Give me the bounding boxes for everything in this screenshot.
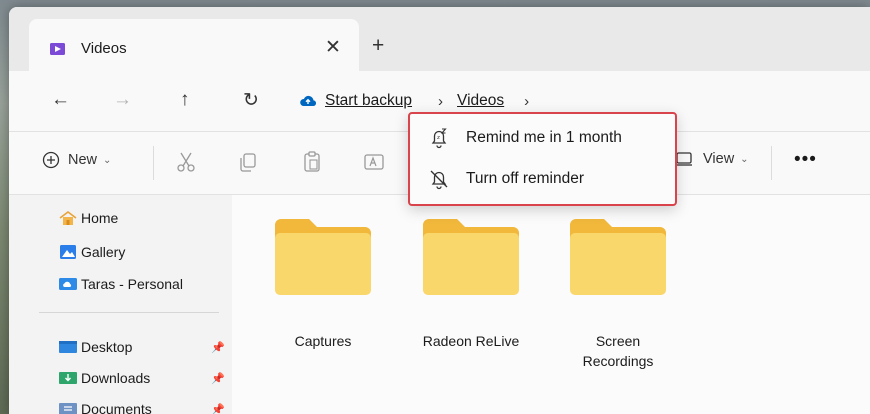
breadcrumb-start-backup[interactable]: Start backup (325, 92, 412, 110)
downloads-folder-icon (59, 372, 77, 384)
sidebar-item-home[interactable]: Home (59, 207, 118, 229)
navigation-pane: Home Gallery Taras - Personal Desktop 📌 (9, 195, 232, 414)
sidebar-item-desktop[interactable]: Desktop (59, 336, 132, 358)
folder-captures[interactable]: Captures (263, 195, 383, 349)
copy-icon[interactable] (237, 150, 259, 174)
divider (771, 146, 772, 180)
folder-icon (423, 219, 519, 295)
sidebar-item-label: Taras - Personal (81, 276, 183, 292)
folder-icon (570, 219, 666, 295)
folder-screen-recordings[interactable]: Screen Recordings (558, 195, 678, 369)
menu-item-remind-me[interactable]: z Remind me in 1 month (410, 118, 675, 158)
snooze-bell-icon: z (431, 128, 447, 149)
new-button[interactable]: New ⌄ (42, 151, 111, 169)
documents-folder-icon (59, 403, 77, 414)
onedrive-folder-icon (59, 278, 77, 290)
chevron-down-icon: ⌄ (740, 153, 749, 165)
pin-icon: 📌 (211, 404, 225, 414)
cut-icon[interactable] (175, 150, 197, 174)
divider (153, 146, 154, 180)
paste-icon[interactable] (301, 150, 323, 174)
plus-circle-icon (42, 151, 60, 169)
chevron-down-icon: ⌄ (103, 154, 112, 166)
sidebar-item-label: Gallery (81, 244, 126, 260)
sidebar-item-label: Home (81, 210, 119, 226)
cloud-backup-icon (300, 95, 317, 107)
back-button[interactable]: ← (51, 89, 70, 111)
view-button[interactable]: View ⌄ (675, 151, 749, 167)
sidebar-item-taras-personal[interactable]: Taras - Personal (59, 273, 183, 295)
sidebar-divider (39, 312, 219, 313)
sidebar-item-gallery[interactable]: Gallery (59, 241, 125, 263)
gallery-icon (60, 245, 76, 259)
breadcrumb-separator[interactable]: › (438, 93, 443, 110)
close-tab-icon[interactable]: ✕ (325, 36, 341, 59)
more-options-icon[interactable]: ••• (794, 149, 817, 171)
home-icon (59, 211, 77, 225)
file-list: Captures Radeon ReLive Screen Recordings (232, 195, 870, 414)
file-explorer-window: Videos ✕ + ← → ↑ ↻ Start backup › Videos… (9, 7, 870, 414)
tab-strip: Videos ✕ + (9, 7, 870, 71)
breadcrumb: Start backup › Videos › (299, 89, 529, 113)
rename-icon[interactable] (363, 150, 385, 174)
folder-label: Radeon ReLive (422, 333, 520, 349)
forward-button[interactable]: → (113, 89, 132, 111)
new-tab-button[interactable]: + (372, 34, 384, 58)
videos-folder-icon (50, 43, 65, 55)
svg-text:z: z (437, 135, 440, 141)
breadcrumb-separator-end[interactable]: › (524, 93, 529, 110)
menu-item-label: Turn off reminder (466, 170, 585, 187)
sidebar-item-label: Documents (81, 401, 152, 414)
view-button-label: View (703, 151, 735, 167)
pin-icon: 📌 (211, 342, 225, 354)
menu-item-turn-off-reminder[interactable]: Turn off reminder (410, 159, 675, 199)
backup-reminder-menu: z Remind me in 1 month Turn off reminder (408, 112, 677, 206)
refresh-button[interactable]: ↻ (243, 89, 259, 112)
bell-off-icon (430, 170, 448, 190)
breadcrumb-videos[interactable]: Videos (457, 92, 504, 110)
sidebar-item-documents[interactable]: Documents (59, 398, 152, 414)
folder-label: Captures (294, 333, 352, 349)
folder-icon (275, 219, 371, 295)
folder-label: Screen Recordings (582, 333, 654, 369)
view-icon (676, 152, 692, 166)
tab-title: Videos (81, 40, 127, 57)
pin-icon: 📌 (211, 373, 225, 385)
menu-item-label: Remind me in 1 month (466, 129, 622, 146)
new-button-label: New (68, 152, 98, 168)
sidebar-item-downloads[interactable]: Downloads (59, 367, 150, 389)
folder-radeon-relive[interactable]: Radeon ReLive (411, 195, 531, 349)
sidebar-item-label: Downloads (81, 370, 151, 386)
desktop-folder-icon (59, 341, 77, 353)
sidebar-item-label: Desktop (81, 339, 133, 355)
up-button[interactable]: ↑ (180, 89, 190, 111)
tab-videos[interactable]: Videos ✕ (29, 19, 359, 71)
